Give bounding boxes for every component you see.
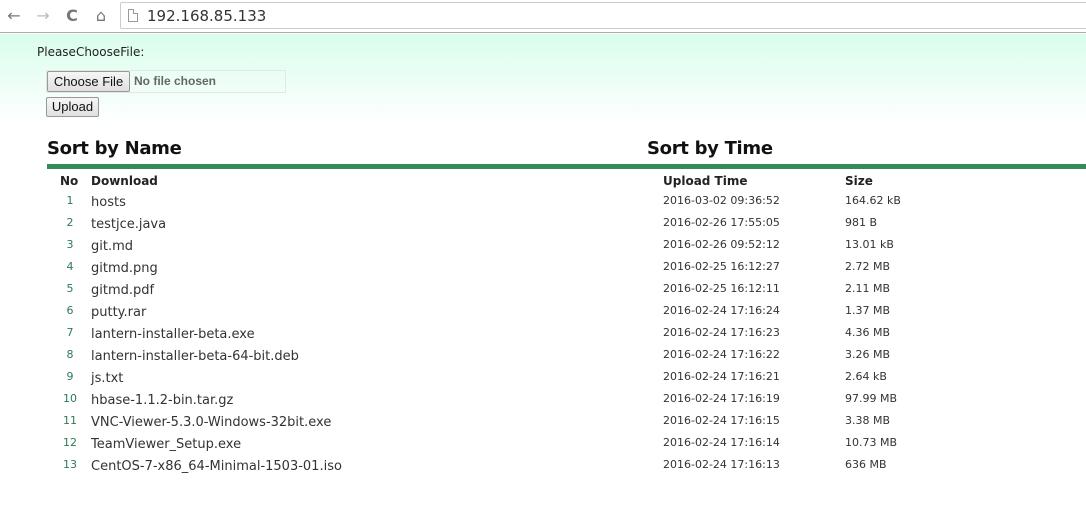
file-download-link[interactable]: CentOS-7-x86_64-Minimal-1503-01.iso (91, 459, 342, 474)
table-row: 4 gitmd.png 2016-02-25 16:12:27 2.72 MB (0, 258, 1086, 280)
file-size: 4.36 MB (845, 326, 891, 339)
file-download-link[interactable]: VNC-Viewer-5.3.0-Windows-32bit.exe (91, 415, 331, 430)
divider (47, 164, 1086, 169)
file-download-link[interactable]: testjce.java (91, 217, 166, 232)
row-number: 9 (66, 370, 74, 383)
table-row: 10 hbase-1.1.2-bin.tar.gz 2016-02-24 17:16… (0, 390, 1086, 412)
table-row: 3 git.md 2016-02-26 09:52:12 13.01 kB (0, 236, 1086, 258)
row-number: 8 (66, 348, 74, 361)
row-number: 3 (66, 238, 74, 251)
file-size: 13.01 kB (845, 238, 894, 251)
file-size: 636 MB (845, 458, 887, 471)
upload-button[interactable]: Upload (46, 97, 99, 117)
column-header-upload-time: Upload Time (663, 174, 748, 188)
upload-time: 2016-02-26 17:55:05 (663, 216, 780, 229)
file-size: 97.99 MB (845, 392, 898, 405)
url-text[interactable]: 192.168.85.133 (147, 7, 266, 25)
table-row: 2 testjce.java 2016-02-26 17:55:05 981 B (0, 214, 1086, 236)
row-number: 11 (63, 414, 77, 427)
file-size: 3.38 MB (845, 414, 891, 427)
upload-time: 2016-02-24 17:16:14 (663, 436, 780, 449)
sort-by-time-link[interactable]: Sort by Time (647, 138, 773, 159)
choose-file-button[interactable]: Choose File (47, 71, 130, 92)
file-download-link[interactable]: lantern-installer-beta.exe (91, 327, 255, 342)
upload-time: 2016-02-24 17:16:24 (663, 304, 780, 317)
file-table: 1 hosts 2016-03-02 09:36:52 164.62 kB 2 test… (0, 192, 1086, 478)
row-number: 5 (66, 282, 74, 295)
file-size: 3.26 MB (845, 348, 891, 361)
address-bar[interactable]: 192.168.85.133 (120, 2, 1086, 29)
table-row: 7 lantern-installer-beta.exe 2016-02-24 17… (0, 324, 1086, 346)
back-arrow-icon[interactable]: ← (4, 6, 24, 26)
row-number: 10 (63, 392, 77, 405)
upload-time: 2016-02-24 17:16:23 (663, 326, 780, 339)
file-input[interactable]: Choose File No file chosen (46, 70, 286, 93)
row-number: 12 (63, 436, 77, 449)
upload-time: 2016-02-24 17:16:13 (663, 458, 780, 471)
file-size: 2.72 MB (845, 260, 891, 273)
upload-time: 2016-02-25 16:12:27 (663, 260, 780, 273)
page-content: PleaseChooseFile: Choose File No file ch… (0, 34, 1086, 513)
browser-toolbar: ← → C ⌂ 192.168.85.133 (0, 0, 1086, 33)
row-number: 6 (66, 304, 74, 317)
row-number: 2 (66, 216, 74, 229)
file-download-link[interactable]: git.md (91, 239, 133, 254)
row-number: 4 (66, 260, 74, 273)
file-download-link[interactable]: TeamViewer_Setup.exe (91, 437, 241, 452)
table-row: 12 TeamViewer_Setup.exe 2016-02-24 17:16:1… (0, 434, 1086, 456)
file-download-link[interactable]: hbase-1.1.2-bin.tar.gz (91, 393, 233, 408)
table-row: 5 gitmd.pdf 2016-02-25 16:12:11 2.11 MB (0, 280, 1086, 302)
upload-time: 2016-02-25 16:12:11 (663, 282, 780, 295)
table-row: 1 hosts 2016-03-02 09:36:52 164.62 kB (0, 192, 1086, 214)
file-download-link[interactable]: lantern-installer-beta-64-bit.deb (91, 349, 299, 364)
sort-by-name-link[interactable]: Sort by Name (47, 138, 182, 159)
table-row: 9 js.txt 2016-02-24 17:16:21 2.64 kB (0, 368, 1086, 390)
upload-time: 2016-02-26 09:52:12 (663, 238, 780, 251)
table-row: 11 VNC-Viewer-5.3.0-Windows-32bit.exe 2016… (0, 412, 1086, 434)
upload-time: 2016-02-24 17:16:21 (663, 370, 780, 383)
file-download-link[interactable]: gitmd.pdf (91, 283, 154, 298)
forward-arrow-icon[interactable]: → (33, 6, 53, 26)
upload-time: 2016-02-24 17:16:19 (663, 392, 780, 405)
file-download-link[interactable]: js.txt (91, 371, 123, 386)
file-size: 981 B (845, 216, 878, 229)
row-number: 1 (66, 194, 74, 207)
upload-time: 2016-02-24 17:16:15 (663, 414, 780, 427)
row-number: 7 (66, 326, 74, 339)
choose-file-label: PleaseChooseFile: (37, 45, 145, 59)
file-size: 1.37 MB (845, 304, 891, 317)
upload-time: 2016-03-02 09:36:52 (663, 194, 780, 207)
no-file-chosen-text: No file chosen (134, 74, 217, 88)
file-download-link[interactable]: gitmd.png (91, 261, 158, 276)
column-header-size: Size (845, 174, 873, 188)
column-header-no: No (60, 174, 79, 188)
table-row: 8 lantern-installer-beta-64-bit.deb 2016-0… (0, 346, 1086, 368)
page-icon (128, 9, 138, 22)
table-row: 13 CentOS-7-x86_64-Minimal-1503-01.iso 201… (0, 456, 1086, 478)
file-size: 164.62 kB (845, 194, 901, 207)
reload-icon[interactable]: C (62, 6, 82, 26)
column-header-download: Download (91, 174, 158, 188)
file-size: 2.64 kB (845, 370, 887, 383)
file-size: 10.73 MB (845, 436, 898, 449)
upload-time: 2016-02-24 17:16:22 (663, 348, 780, 361)
file-download-link[interactable]: putty.rar (91, 305, 146, 320)
table-row: 6 putty.rar 2016-02-24 17:16:24 1.37 MB (0, 302, 1086, 324)
home-icon[interactable]: ⌂ (91, 6, 111, 26)
file-download-link[interactable]: hosts (91, 195, 126, 210)
file-size: 2.11 MB (845, 282, 891, 295)
row-number: 13 (63, 458, 77, 471)
